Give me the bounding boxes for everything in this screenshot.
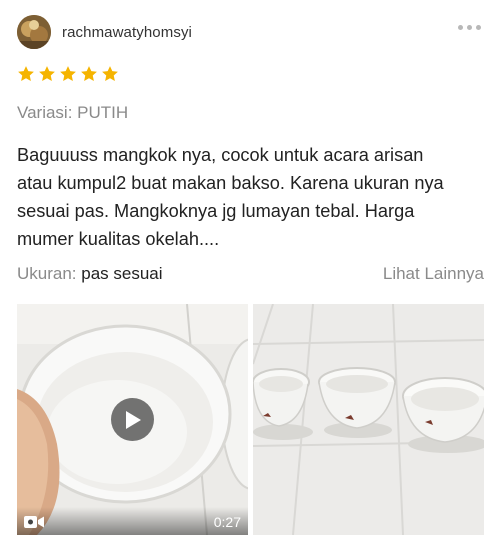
video-camera-icon [24,516,44,528]
review-text: Baguuuss mangkok nya, cocok untuk acara … [17,141,487,253]
video-duration: 0:27 [213,514,241,530]
star-icon [39,66,55,81]
review-video-thumbnail[interactable]: 0:27 [17,304,248,535]
review-line: mumer kualitas okelah.... [17,229,220,249]
rating-stars [17,65,119,83]
size-info: Ukuran: pas sesuai [17,264,163,284]
play-icon[interactable] [111,398,154,441]
size-label: Ukuran: [17,264,77,283]
size-value: pas sesuai [81,264,163,283]
username[interactable]: rachmawatyhomsyi [62,24,192,41]
review-line: sesuai pas. Mangkoknya jg lumayan tebal.… [17,201,415,221]
variant-text: Variasi: PUTIH [17,103,129,122]
see-more-link[interactable]: Lihat Lainnya [383,264,484,284]
review-header: rachmawatyhomsyi [17,15,487,51]
more-dots-icon[interactable] [455,17,483,37]
review-photo-thumbnail[interactable] [253,304,484,535]
video-info-bar: 0:27 [17,507,248,535]
star-icon [18,66,34,81]
review-line: Baguuuss mangkok nya, cocok untuk acara … [17,145,424,165]
star-icon [60,66,76,81]
avatar[interactable] [17,15,51,49]
star-icon [81,66,97,81]
bowls-photo-image [253,304,484,535]
review-line: atau kumpul2 buat makan bakso. Karena uk… [17,173,444,193]
star-icon [102,66,118,81]
